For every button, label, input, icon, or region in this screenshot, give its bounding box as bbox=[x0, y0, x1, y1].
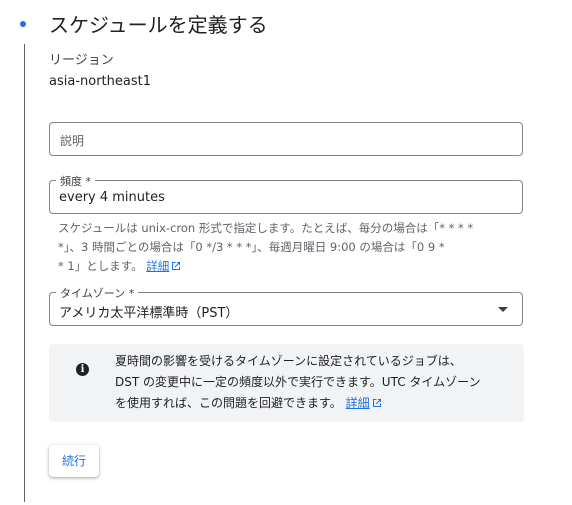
open-in-new-icon bbox=[372, 399, 381, 407]
timezone-label: タイムゾーン * bbox=[56, 285, 139, 301]
timezone-select[interactable]: タイムゾーン * アメリカ太平洋標準時（PST） bbox=[49, 285, 523, 326]
timezone-value: アメリカ太平洋標準時（PST） bbox=[59, 306, 239, 321]
section-title: スケジュールを定義する bbox=[49, 13, 268, 37]
description-placeholder: 説明 bbox=[60, 134, 85, 148]
dst-notice-box: i 夏時間の影響を受けるタイムゾーンに設定されているジョブは、 DST の変更中… bbox=[49, 344, 524, 422]
description-field[interactable]: 説明 bbox=[49, 122, 523, 156]
dst-learn-more-link[interactable]: 詳細 bbox=[346, 396, 382, 410]
frequency-help-text: スケジュールは unix-cron 形式で指定します。たとえば、毎分の場合は「*… bbox=[58, 219, 518, 276]
dst-notice-line2: DST の変更中に一定の頻度以外で実行できます。UTC タイムゾーン bbox=[115, 375, 481, 389]
step-connector-line bbox=[24, 44, 25, 502]
region-value: asia-northeast1 bbox=[49, 74, 151, 89]
dst-notice-line1: 夏時間の影響を受けるタイムゾーンに設定されているジョブは、 bbox=[115, 354, 462, 368]
frequency-help-line3: * 1」とします。 bbox=[58, 259, 143, 273]
info-icon: i bbox=[76, 363, 89, 376]
dst-notice-text: 夏時間の影響を受けるタイムゾーンに設定されているジョブは、 DST の変更中に一… bbox=[115, 351, 515, 414]
dst-learn-more-label: 詳細 bbox=[345, 396, 370, 410]
continue-button[interactable]: 続行 bbox=[49, 445, 99, 477]
frequency-label: 頻度 * bbox=[56, 173, 95, 189]
open-in-new-icon bbox=[172, 262, 181, 270]
frequency-learn-more-label: 詳細 bbox=[146, 259, 170, 273]
frequency-help-line2: *」、3 時間ごとの場合は「0 */3 * * *」、毎週月曜日 9:00 の場… bbox=[58, 240, 445, 254]
frequency-learn-more-link[interactable]: 詳細 bbox=[146, 259, 181, 273]
dst-notice-line3: を使用すれば、この問題を回避できます。 bbox=[115, 396, 342, 410]
frequency-value[interactable]: every 4 minutes bbox=[59, 190, 165, 205]
frequency-help-line1: スケジュールは unix-cron 形式で指定します。たとえば、毎分の場合は「*… bbox=[58, 221, 474, 235]
step-bullet-icon bbox=[20, 21, 26, 27]
region-label: リージョン bbox=[49, 53, 114, 68]
arrow-drop-down-icon[interactable] bbox=[498, 307, 508, 312]
frequency-field[interactable]: 頻度 * every 4 minutes bbox=[49, 173, 523, 214]
